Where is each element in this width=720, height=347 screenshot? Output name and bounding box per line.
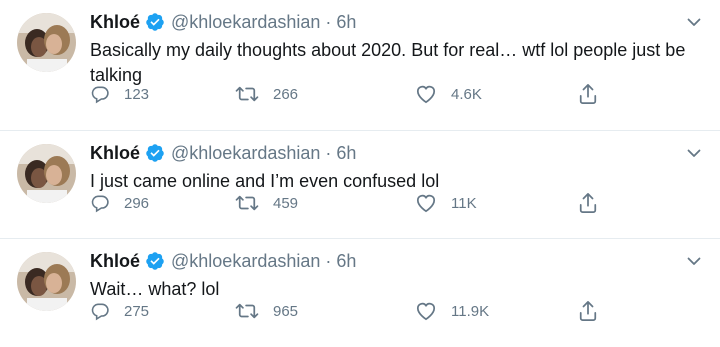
like-count: 11K [451, 194, 477, 212]
like-button[interactable]: 4.6K [415, 84, 482, 104]
retweet-count: 965 [273, 302, 299, 320]
heart-icon [415, 193, 437, 213]
display-name[interactable]: Khloé [90, 141, 140, 165]
timestamp[interactable]: 6h [336, 141, 356, 165]
reply-button[interactable]: 275 [90, 301, 149, 321]
retweet-button[interactable]: 266 [235, 84, 298, 104]
share-icon [578, 300, 598, 322]
tweet-header: Khloé @khloekardashian · 6h [90, 10, 356, 34]
handle[interactable]: @khloekardashian [171, 249, 320, 273]
tweet-text: Basically my daily thoughts about 2020. … [90, 40, 686, 85]
tweet-feed: Khloé @khloekardashian · 6h Basically my… [0, 0, 720, 347]
reply-button[interactable]: 296 [90, 193, 149, 213]
avatar[interactable] [17, 13, 76, 72]
heart-icon [415, 301, 437, 321]
retweet-count: 459 [273, 194, 299, 212]
display-name[interactable]: Khloé [90, 10, 140, 34]
timestamp[interactable]: 6h [336, 10, 356, 34]
retweet-button[interactable]: 965 [235, 301, 298, 321]
handle[interactable]: @khloekardashian [171, 10, 320, 34]
tweet-text: I just came online and I’m even confused… [90, 171, 440, 191]
separator: · [325, 12, 332, 32]
retweet-icon [235, 84, 259, 104]
reply-count: 123 [124, 85, 150, 103]
separator: · [325, 143, 332, 163]
reply-count: 275 [124, 302, 150, 320]
reply-icon [90, 193, 110, 213]
verified-badge-icon [145, 143, 165, 163]
reply-count: 296 [124, 194, 150, 212]
avatar[interactable] [17, 144, 76, 203]
retweet-icon [235, 193, 259, 213]
share-icon [578, 83, 598, 105]
tweet-header: Khloé @khloekardashian · 6h [90, 141, 356, 165]
share-button[interactable] [578, 300, 598, 322]
like-count: 4.6K [451, 85, 482, 103]
tweet[interactable]: Khloé @khloekardashian · 6h Wait… what? … [0, 239, 720, 347]
like-button[interactable]: 11.9K [415, 301, 489, 321]
share-icon [578, 192, 598, 214]
separator: · [325, 251, 332, 271]
share-button[interactable] [578, 83, 598, 105]
share-button[interactable] [578, 192, 598, 214]
chevron-down-icon[interactable] [686, 14, 702, 30]
verified-badge-icon [145, 12, 165, 32]
tweet[interactable]: Khloé @khloekardashian · 6h I just came … [0, 131, 720, 239]
chevron-down-icon[interactable] [686, 253, 702, 269]
tweet-text: Wait… what? lol [90, 279, 220, 299]
like-count: 11.9K [451, 302, 490, 320]
verified-badge-icon [145, 251, 165, 271]
like-button[interactable]: 11K [415, 193, 477, 213]
tweet[interactable]: Khloé @khloekardashian · 6h Basically my… [0, 0, 720, 131]
retweet-icon [235, 301, 259, 321]
timestamp[interactable]: 6h [336, 249, 356, 273]
reply-icon [90, 301, 110, 321]
retweet-count: 266 [273, 85, 299, 103]
avatar[interactable] [17, 252, 76, 311]
reply-button[interactable]: 123 [90, 84, 149, 104]
handle[interactable]: @khloekardashian [171, 141, 320, 165]
reply-icon [90, 84, 110, 104]
tweet-header: Khloé @khloekardashian · 6h [90, 249, 356, 273]
display-name[interactable]: Khloé [90, 249, 140, 273]
chevron-down-icon[interactable] [686, 145, 702, 161]
heart-icon [415, 84, 437, 104]
retweet-button[interactable]: 459 [235, 193, 298, 213]
